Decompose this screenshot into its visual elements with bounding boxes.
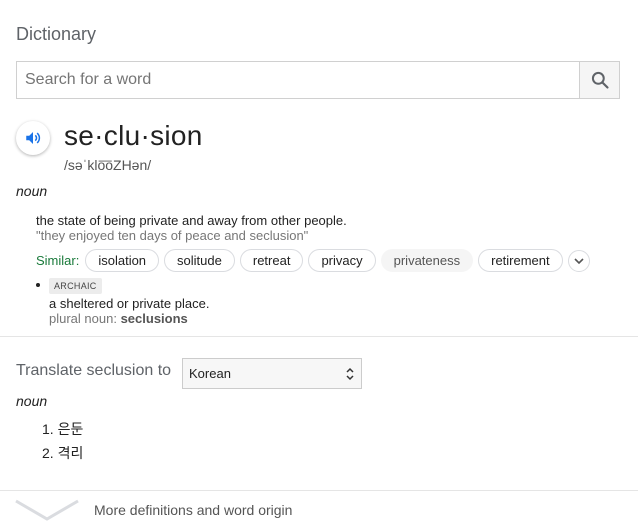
search-box — [16, 61, 620, 99]
translation-part-of-speech: noun — [16, 393, 48, 409]
similar-chip-privateness: privateness — [380, 249, 474, 272]
expand-similar-button[interactable] — [567, 249, 590, 272]
similar-chip-privacy[interactable]: privacy — [308, 249, 376, 272]
sense-bullet — [36, 283, 40, 287]
search-input[interactable] — [17, 62, 581, 98]
pronunciation-button[interactable] — [16, 121, 50, 155]
similar-words: Similar: isolation solitude retreat priv… — [36, 248, 590, 273]
search-button[interactable] — [579, 62, 619, 98]
translate-label: Translate seclusion to — [16, 362, 172, 379]
similar-chip-solitude[interactable]: solitude — [164, 249, 235, 272]
select-arrows-icon — [346, 367, 354, 381]
archaic-tag: ARCHAIC — [49, 278, 102, 294]
definition-2: a sheltered or private place. — [49, 296, 210, 311]
expand-chevron-icon[interactable] — [14, 497, 80, 523]
footer-divider — [0, 490, 638, 491]
section-divider — [0, 336, 638, 337]
more-definitions-link[interactable]: More definitions and word origin — [94, 502, 292, 518]
definition: the state of being private and away from… — [36, 213, 347, 228]
example-sentence: "they enjoyed ten days of peace and secl… — [36, 228, 309, 243]
similar-label: Similar: — [36, 253, 80, 268]
search-icon — [591, 71, 609, 89]
translation-item: 1. 은둔 — [42, 421, 84, 437]
dictionary-title: Dictionary — [16, 24, 97, 44]
plural-form: plural noun: seclusions — [49, 311, 188, 326]
part-of-speech: noun — [16, 183, 48, 199]
plural-word: seclusions — [120, 311, 188, 326]
translation-item: 2. 격리 — [42, 445, 84, 461]
speaker-icon — [26, 132, 41, 144]
similar-chip-retreat[interactable]: retreat — [239, 249, 304, 272]
headword: se·clu·sion — [64, 120, 203, 151]
chevron-down-icon — [574, 257, 584, 264]
language-select[interactable]: Korean — [182, 358, 362, 389]
plural-label: plural noun: — [49, 311, 117, 326]
similar-chip-retirement[interactable]: retirement — [478, 249, 563, 272]
language-select-value: Korean — [189, 366, 231, 381]
similar-chip-isolation[interactable]: isolation — [85, 249, 160, 272]
phonetic: /səˈklo͞oZHən/ — [64, 157, 152, 173]
